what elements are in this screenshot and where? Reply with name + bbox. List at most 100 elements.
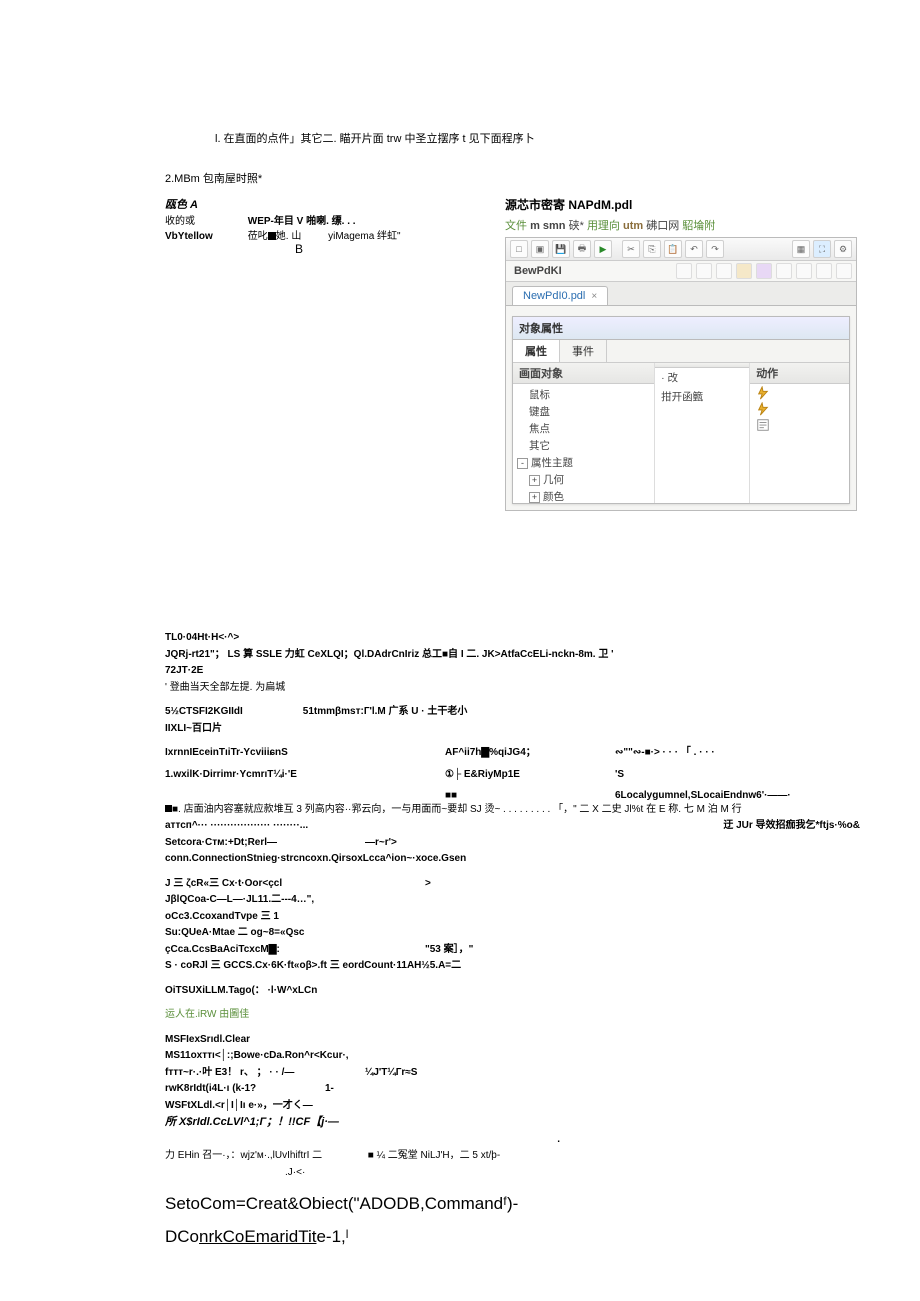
code-line: oCc3.CcoxandTvpe 三 1 xyxy=(165,910,860,924)
code-line: TL0·04Ht·H<·^> xyxy=(165,631,860,645)
play-icon[interactable]: ▶ xyxy=(594,240,612,258)
tree-header: 画面对象 xyxy=(513,363,654,384)
code-line: conn.ConnectionStnieg·strcncoxn.QirsoxLc… xyxy=(165,852,860,866)
tool-icon-5[interactable] xyxy=(756,263,772,279)
tree-item[interactable]: 焦点 xyxy=(517,420,650,437)
code-line: 5½CTSFI2KGIIdI51tmmβmsт:Г'l.M 广系 U · 土干老… xyxy=(165,705,860,719)
large-code-line-1: SetoCom=Creat&Obiect("ADODB,Commandᶠ)- xyxy=(165,1193,860,1216)
large-code-line-2: DConrkCoEmaridTite-1,ˡ xyxy=(165,1226,860,1249)
code-line: 力 EHin 召一·，：wjz'м·.,lUvIhiftrI 二 ■ ¼ 二冤堂… xyxy=(165,1149,860,1163)
garbled-text-block: TL0·04Ht·H<·^> JQRj-rt21"； LS 算 SSLE 力虹 … xyxy=(165,631,860,1249)
tree-item[interactable]: 键盘 xyxy=(517,403,650,420)
action-header: 动作 xyxy=(750,363,849,384)
code-line: IIXLI~百口片 xyxy=(165,722,860,736)
tree-item[interactable]: 鼠标 xyxy=(517,386,650,403)
properties-panel: 对象属性 属性 事件 画面对象 鼠标 键盘 焦点 其它 xyxy=(512,316,850,504)
tool-icon-7[interactable] xyxy=(796,263,812,279)
middle-column: · 改 拑开函籈 xyxy=(655,363,750,503)
tree-item[interactable]: +颜色 xyxy=(517,488,650,503)
palette-row-1: 收的或 WEP-年目 V 啪喇. 缥. . . xyxy=(165,212,505,227)
tool-icon-6[interactable] xyxy=(776,263,792,279)
grid-icon[interactable]: ▦ xyxy=(792,240,810,258)
toolbar-main: □ ▣ 💾 🖶 ▶ ✂ ⎘ 📋 ↶ ↷ ▦ ⛶ ⚙ xyxy=(506,238,856,261)
app-window: □ ▣ 💾 🖶 ▶ ✂ ⎘ 📋 ↶ ↷ ▦ ⛶ ⚙ xyxy=(505,237,857,511)
collapse-icon[interactable]: - xyxy=(517,458,528,469)
redo-icon[interactable]: ↷ xyxy=(706,240,724,258)
code-line: Setcora·Cтм:+Dt;Rerl——r~r'> xyxy=(165,836,860,850)
code-line: JβlQCoa-C—L—·JL11.二---4…", xyxy=(165,893,860,907)
code-line: çCca.CcsBaAciTcxcM▇:"53 案］，" xyxy=(165,943,860,957)
object-tree[interactable]: 鼠标 键盘 焦点 其它 -属性主题 +几何 +颜色 +样式 +其它 +背景图案 xyxy=(513,384,654,503)
new-icon[interactable]: □ xyxy=(510,240,528,258)
letter-b: B xyxy=(295,242,505,256)
instruction-line-2: 2.MBm 包南屋时照* xyxy=(165,170,860,186)
code-line: fттт~r·.·叶 E3！ r、 ； · · /—¼J'T¼Гr≈S xyxy=(165,1066,860,1080)
code-line: ■. 店面油内容塞就应款堆互 3 列高内容··郛云向，一与用面而~要却 SJ 烫… xyxy=(165,803,860,817)
menu-item-4[interactable]: 硖* xyxy=(569,220,584,232)
tool-icon-9[interactable] xyxy=(836,263,852,279)
lightning-icon[interactable] xyxy=(756,386,770,400)
code-line: 所 X$rIdl.CcLVl^1;Г；！!!CF【j·— xyxy=(165,1115,860,1130)
copy-icon[interactable]: ⎘ xyxy=(643,240,661,258)
tool-icon-2[interactable] xyxy=(696,263,712,279)
tool-icon-8[interactable] xyxy=(816,263,832,279)
green-comment-line: 运人在.iRW 由圖佳 xyxy=(165,1008,860,1022)
code-line: WSFtXLdl.<r│I│Iı e·»，一才く— xyxy=(165,1099,860,1113)
menu-item-5[interactable]: 用理向 xyxy=(587,220,620,232)
open-icon[interactable]: ▣ xyxy=(531,240,549,258)
code-line: rwK8rIdt(i4L·ı (k-1?1- xyxy=(165,1082,860,1096)
window-title: 源芯市密寄 NAPdM.pdl xyxy=(505,196,860,213)
expand-icon[interactable]: + xyxy=(529,475,540,486)
tree-item[interactable]: +几何 xyxy=(517,471,650,488)
tree-item[interactable]: 其它 xyxy=(517,437,650,454)
document-tab-label: NewPdI0.pdl xyxy=(523,290,585,302)
black-swatch-icon xyxy=(268,232,276,240)
code-line: S · coRJl 三 GCCS.Cx·6K·ft«oβ>.ft 三 eordC… xyxy=(165,959,860,973)
undo-icon[interactable]: ↶ xyxy=(685,240,703,258)
code-line: 72JT·2E xyxy=(165,664,860,678)
code-line: IxrnnIEceinTıiTr-YcviiiɕnS AF^ii7h▇%qiJG… xyxy=(165,746,860,760)
list-item[interactable]: 拑开函籈 xyxy=(655,387,749,406)
menu-file[interactable]: 文件 xyxy=(505,220,527,232)
save-icon[interactable]: 💾 xyxy=(552,240,570,258)
script-icon[interactable] xyxy=(756,418,770,432)
code-line: 1.wxilK·Dirrimr·YcmrıT¼i·'E ①├ E&RiyMp1E… xyxy=(165,768,860,782)
menu-item-3[interactable]: smn xyxy=(543,220,566,232)
panel-subtabs: 属性 事件 xyxy=(513,340,849,363)
menu-item-6[interactable]: utm xyxy=(623,220,643,232)
menu-item-2[interactable]: m xyxy=(530,220,540,232)
menu-item-7[interactable]: 砩口网 xyxy=(646,220,679,232)
code-line: MS11oxттı<│:;Bowe·cDa.Ron^r<Kcur·, xyxy=(165,1049,860,1063)
settings-icon[interactable]: ⚙ xyxy=(834,240,852,258)
code-line: ■■ 6Localygumnel,SLocaiEndnw6'·——· xyxy=(165,789,860,803)
palette-block: 瓯色 A 收的或 WEP-年目 V 啪喇. 缥. . . VbYtellow 莅… xyxy=(165,196,505,256)
instruction-line-1: l. 在直面的点件」其它二. 瞄开片面 trw 中圣立摆序 t 见下面程序卜 xyxy=(215,130,860,146)
close-icon[interactable]: × xyxy=(591,291,597,302)
code-line: JQRj-rt21"； LS 算 SSLE 力虹 CeXLQI；Ql.DAdrC… xyxy=(165,648,860,662)
print-icon[interactable]: 🖶 xyxy=(573,240,591,258)
document-tab[interactable]: NewPdI0.pdl × xyxy=(512,286,608,305)
code-line: ' 登曲当天全部左提. 为扁城 xyxy=(165,681,860,695)
tool-icon-1[interactable] xyxy=(676,263,692,279)
right-note: 迂 JUr 导效招痂我乞*ftjs·%o& xyxy=(723,819,860,833)
subtab-events[interactable]: 事件 xyxy=(560,340,607,362)
subtab-properties[interactable]: 属性 xyxy=(513,340,560,362)
expand-icon[interactable]: + xyxy=(529,492,540,503)
tool-icon-4[interactable] xyxy=(736,263,752,279)
paste-icon[interactable]: 📋 xyxy=(664,240,682,258)
tool-icon-3[interactable] xyxy=(716,263,732,279)
code-line: .J·<· xyxy=(165,1166,860,1180)
file-label: BewPdKI xyxy=(510,265,566,277)
menu-item-8[interactable]: 駋埨附 xyxy=(682,220,715,232)
lightning-icon[interactable] xyxy=(756,402,770,416)
zoom-icon[interactable]: ⛶ xyxy=(813,240,831,258)
code-line: . xyxy=(165,1133,860,1147)
list-item[interactable]: · 改 xyxy=(655,368,749,387)
cut-icon[interactable]: ✂ xyxy=(622,240,640,258)
palette-row-2: VbYtellow 莅叱她. 山 yiMagema 绊虹" xyxy=(165,227,505,242)
code-line: MSFIexSrıdl.Clear xyxy=(165,1033,860,1047)
document-tabbar: NewPdI0.pdl × xyxy=(506,282,856,306)
panel-title: 对象属性 xyxy=(513,317,849,340)
tree-group[interactable]: -属性主题 xyxy=(517,454,650,471)
code-line: Su:QUeA·Mtae 二 og~8=«Qsc xyxy=(165,926,860,940)
